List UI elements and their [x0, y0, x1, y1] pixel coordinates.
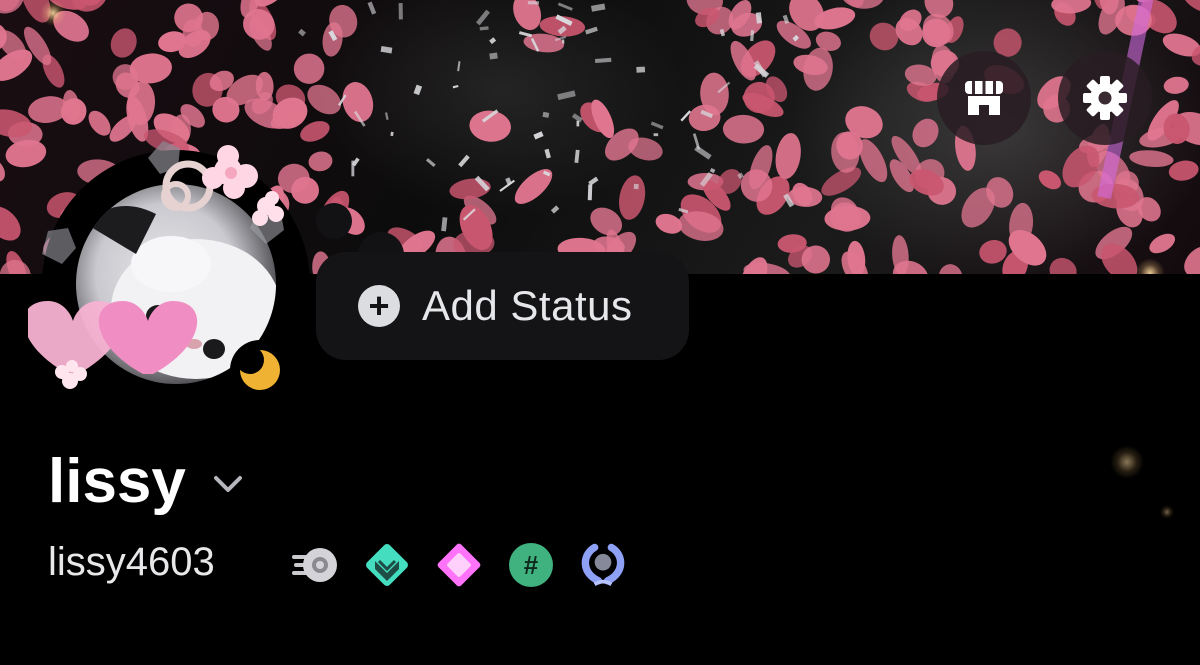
- banner-petal: [513, 0, 542, 31]
- laurel-quest-badge-icon: [581, 543, 625, 587]
- banner-petal: [912, 118, 939, 148]
- banner-confetti: [633, 183, 639, 190]
- banner-petal: [514, 169, 553, 204]
- banner-confetti: [518, 31, 533, 38]
- banner-confetti: [479, 26, 489, 31]
- banner-confetti: [367, 1, 377, 15]
- banner-petal: [1038, 170, 1062, 190]
- badge[interactable]: [290, 540, 340, 590]
- banner-petal: [1182, 0, 1200, 14]
- banner-petal: [722, 114, 765, 144]
- banner-confetti: [351, 160, 355, 177]
- banner-confetti: [588, 176, 599, 186]
- nitro-shop-button[interactable]: [937, 51, 1031, 145]
- banner-confetti: [457, 61, 461, 72]
- banner-confetti: [544, 148, 551, 159]
- banner-confetti: [527, 1, 539, 5]
- banner-confetti: [636, 66, 646, 73]
- banner-confetti: [413, 84, 423, 96]
- banner-petal: [1049, 257, 1077, 274]
- badge[interactable]: [578, 540, 628, 590]
- banner-confetti: [390, 131, 394, 137]
- banner-petal: [293, 53, 325, 84]
- banner-petal: [1149, 233, 1176, 254]
- banner-petal: [342, 82, 374, 122]
- badge-list: #: [290, 540, 650, 590]
- banner-petal: [0, 206, 21, 241]
- banner-confetti: [398, 3, 403, 20]
- settings-gear-icon: [1083, 76, 1127, 120]
- banner-confetti: [476, 9, 491, 26]
- banner-confetti: [441, 217, 448, 232]
- banner-confetti: [709, 168, 716, 174]
- banner-confetti: [380, 46, 393, 54]
- banner-petal: [110, 28, 137, 58]
- hashtag-badge-icon: #: [509, 543, 553, 587]
- banner-confetti: [557, 2, 573, 11]
- banner-confetti: [557, 90, 576, 101]
- banner-sparkle: [40, 0, 66, 26]
- badge[interactable]: #: [506, 540, 556, 590]
- banner-petal: [830, 202, 862, 232]
- avatar-container[interactable]: [28, 136, 318, 418]
- banner-confetti: [587, 184, 593, 201]
- banner-petal: [1184, 246, 1200, 274]
- banner-confetti: [489, 52, 498, 60]
- banner-petal: [775, 133, 801, 179]
- banner-confetti: [425, 158, 436, 167]
- idle-moon-icon: [238, 348, 280, 390]
- banner-confetti: [298, 28, 306, 37]
- banner-petal: [307, 84, 342, 115]
- banner-confetti: [574, 149, 580, 164]
- banner-confetti: [458, 154, 470, 168]
- banner-petal: [938, 264, 963, 274]
- banner-confetti: [452, 84, 459, 89]
- settings-button[interactable]: [1058, 51, 1152, 145]
- hypesquad-bravery-badge-icon: [366, 544, 408, 586]
- banner-confetti: [533, 131, 544, 140]
- banner-confetti: [550, 205, 560, 214]
- display-name: lissy: [48, 447, 186, 516]
- banner-confetti: [562, 39, 565, 44]
- status-indicator[interactable]: [230, 340, 290, 400]
- background-sparkle: [1110, 445, 1144, 479]
- banner-confetti: [576, 120, 580, 127]
- banner-petal: [1129, 150, 1174, 167]
- hypesquad-speed-badge-icon: [292, 548, 337, 582]
- svg-text:#: #: [524, 550, 539, 580]
- banner-confetti: [650, 121, 664, 130]
- nitro-shop-icon: [965, 81, 1003, 115]
- banner-confetti: [542, 111, 550, 118]
- username: lissy4603: [48, 540, 215, 584]
- banner-confetti: [585, 26, 598, 35]
- background-sparkle: [1160, 505, 1174, 519]
- chevron-down-icon[interactable]: [210, 470, 246, 500]
- banner-confetti: [489, 37, 497, 45]
- banner-confetti: [694, 145, 712, 160]
- add-status-button[interactable]: + Add Status: [316, 252, 689, 360]
- badge[interactable]: [362, 540, 412, 590]
- banner-petal: [655, 213, 683, 234]
- banner-confetti: [590, 3, 606, 12]
- nitro-gem-badge-icon: [437, 543, 481, 587]
- banner-confetti: [653, 133, 659, 137]
- banner-petal: [1163, 76, 1189, 94]
- status-bubble-dot: [316, 203, 352, 239]
- banner-confetti: [594, 57, 612, 64]
- badge[interactable]: [434, 540, 484, 590]
- plus-circle-icon: +: [358, 285, 400, 327]
- banner-petal: [619, 175, 646, 220]
- banner-confetti: [384, 112, 389, 120]
- add-status-label: Add Status: [422, 282, 633, 329]
